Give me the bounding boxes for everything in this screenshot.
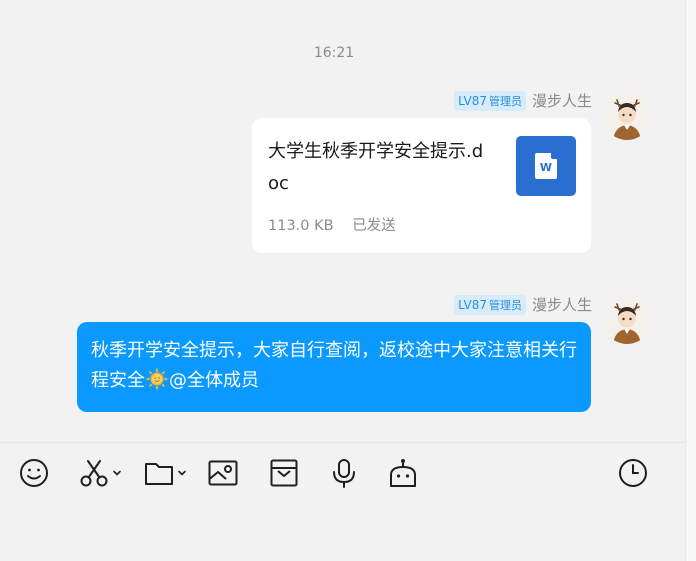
chevron-down-icon[interactable]	[177, 468, 187, 478]
image-icon	[208, 460, 238, 486]
mention-text: @全体成员	[169, 370, 259, 391]
text-message-bubble[interactable]: 秋季开学安全提示，大家自行查阅，返校途中大家注意相关行程安全 @全体成员	[77, 322, 591, 412]
chevron-down-icon[interactable]	[112, 468, 122, 478]
role-label: 管理员	[488, 94, 522, 108]
role-label: 管理员	[488, 298, 522, 312]
file-size: 113.0 KB	[268, 218, 334, 234]
mailbox-icon	[270, 459, 298, 487]
file-status: 已发送	[352, 218, 396, 234]
scissors-icon	[80, 460, 108, 487]
microphone-icon	[333, 459, 355, 488]
input-divider	[0, 442, 685, 443]
file-meta: 113.0 KB 已发送	[268, 214, 396, 235]
level-badge: LV87 管理员	[454, 90, 526, 111]
screenshot-button[interactable]	[78, 455, 122, 491]
emoji-icon	[20, 459, 48, 487]
image-button[interactable]	[207, 455, 239, 491]
history-button[interactable]	[617, 455, 649, 491]
sender-name[interactable]: 漫步人生	[532, 294, 592, 315]
sun-emoji-icon	[145, 367, 169, 401]
mailbox-button[interactable]	[268, 455, 300, 491]
sender-name[interactable]: 漫步人生	[532, 90, 592, 111]
robot-icon	[390, 459, 416, 487]
emoji-button[interactable]	[18, 455, 50, 491]
file-name: 大学生秋季开学安全提示.doc	[268, 141, 484, 194]
sender-info: LV87 管理员 漫步人生	[454, 294, 592, 315]
scrollbar[interactable]	[686, 0, 696, 561]
avatar[interactable]	[603, 296, 651, 344]
robot-button[interactable]	[387, 455, 419, 491]
message-timestamp: 16:21	[313, 45, 355, 61]
file-message-card[interactable]: 大学生秋季开学安全提示.doc W 113.0 KB 已发送	[252, 118, 591, 253]
file-button[interactable]	[143, 455, 187, 491]
clock-icon	[619, 459, 647, 487]
level-label: LV87	[458, 93, 487, 108]
level-label: LV87	[458, 297, 487, 312]
folder-icon	[145, 463, 173, 485]
voice-button[interactable]	[328, 455, 360, 491]
sender-info: LV87 管理员 漫步人生	[454, 90, 592, 111]
word-doc-icon: W	[516, 136, 576, 196]
avatar[interactable]	[603, 92, 651, 140]
level-badge: LV87 管理员	[454, 294, 526, 315]
